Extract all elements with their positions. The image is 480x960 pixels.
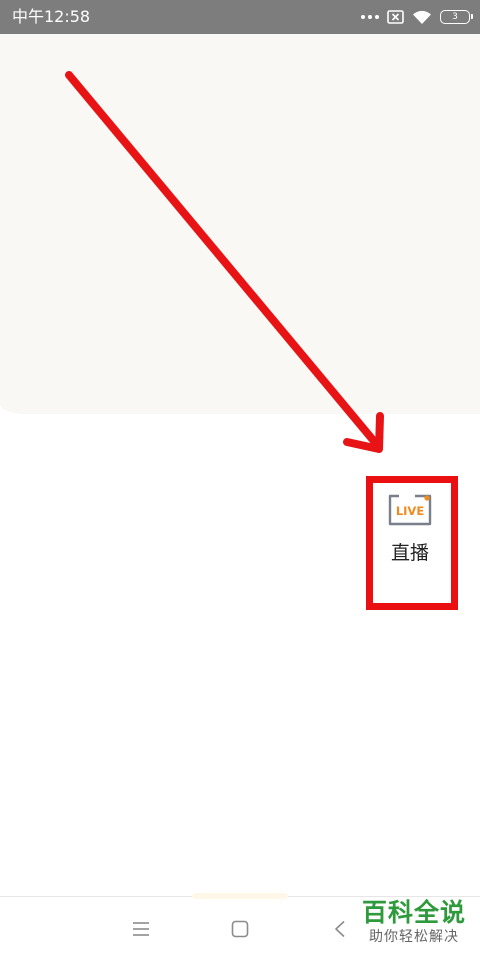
live-entry-label: 直播 xyxy=(390,542,429,564)
battery-icon: 3 xyxy=(440,10,473,24)
live-entry-button[interactable]: LIVE 直播 xyxy=(380,493,440,565)
content-banner-area xyxy=(0,34,480,414)
status-time: 中午12:58 xyxy=(12,7,91,26)
menu-button[interactable] xyxy=(129,917,153,941)
status-bar: 中午12:58 3 xyxy=(0,0,480,34)
more-dots-icon xyxy=(361,15,379,19)
phone-screen: 中午12:58 3 LIVE 直播 百科全说 助你轻松解决 xyxy=(0,0,480,960)
watermark-logo: 百科全说 助你轻松解决 xyxy=(352,898,476,946)
live-icon-text: LIVE xyxy=(396,504,425,518)
watermark-title: 百科全说 xyxy=(361,898,466,927)
home-button[interactable] xyxy=(228,917,252,941)
menu-icon xyxy=(133,922,149,936)
wifi-icon xyxy=(413,10,431,24)
home-icon xyxy=(231,920,249,938)
status-icons: 3 xyxy=(361,7,473,27)
nav-glow xyxy=(192,893,288,899)
back-icon xyxy=(335,920,345,938)
back-button[interactable] xyxy=(328,917,352,941)
live-tv-icon: LIVE xyxy=(388,494,432,526)
no-sim-icon xyxy=(387,10,404,24)
watermark-subtitle: 助你轻松解决 xyxy=(369,929,459,945)
